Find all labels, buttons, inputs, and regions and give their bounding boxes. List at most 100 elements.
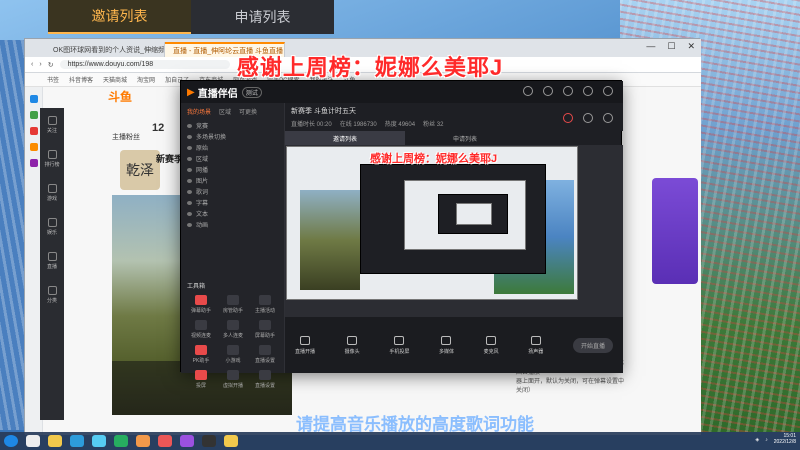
eye-icon[interactable]	[187, 123, 192, 128]
sidebar-item-follow[interactable]: 关注	[40, 108, 64, 142]
btn-mic[interactable]: 麦克风	[484, 335, 499, 355]
tab-apply-list[interactable]: 申请列表	[191, 0, 334, 34]
sidebar-item-category[interactable]: 分类	[40, 278, 64, 312]
volume-icon[interactable]: ♪	[765, 437, 768, 443]
taskbar	[0, 432, 800, 450]
tool-virtual[interactable]: 虚拟开播	[217, 370, 249, 389]
eye-icon[interactable]	[187, 145, 192, 150]
share-icon[interactable]	[603, 113, 613, 123]
scene-item[interactable]: 文本	[181, 208, 284, 219]
scene-item[interactable]: 字幕	[181, 197, 284, 208]
network-icon[interactable]: ◈	[755, 437, 759, 443]
douyu-icon[interactable]	[136, 435, 150, 447]
eye-icon[interactable]	[187, 167, 192, 172]
forward-icon[interactable]: ›	[39, 61, 41, 68]
scene-item[interactable]: 网播	[181, 164, 284, 175]
tab-my-scenes[interactable]: 我的场景	[187, 107, 211, 116]
sidebar-item-live[interactable]: 直播	[40, 244, 64, 278]
tool-activity[interactable]: 主播活动	[249, 295, 281, 314]
folder-icon[interactable]	[48, 435, 62, 447]
douyu-logo[interactable]: 斗鱼	[108, 88, 132, 105]
minimize-icon[interactable]	[583, 86, 593, 96]
maximize-button[interactable]: ☐	[667, 41, 675, 52]
btn-media[interactable]: 多媒体	[439, 335, 454, 355]
eye-icon[interactable]	[187, 189, 192, 194]
microphone-icon	[486, 335, 497, 345]
bell-icon[interactable]	[583, 113, 593, 123]
clock[interactable]: 15:01 2022/12/8	[774, 433, 796, 445]
tool-settings[interactable]: 直播设置	[249, 345, 281, 364]
rail-icon[interactable]	[29, 127, 38, 135]
btn-camera[interactable]: 摄像头	[345, 335, 360, 355]
scene-item[interactable]: 图片	[181, 175, 284, 186]
avatar[interactable]: 乾泽	[120, 150, 160, 190]
app-icon[interactable]	[70, 435, 84, 447]
tool-danmu[interactable]: 弹幕助手	[185, 295, 217, 314]
star-icon	[47, 218, 57, 227]
tab-swap[interactable]: 可更换	[239, 107, 257, 116]
eye-icon[interactable]	[187, 178, 192, 183]
tool-admin[interactable]: 房管助手	[217, 295, 249, 314]
scene-item[interactable]: 歌词	[181, 186, 284, 197]
refresh-icon[interactable]: ↻	[48, 61, 54, 69]
edge-icon[interactable]	[26, 435, 40, 447]
rail-icon[interactable]	[29, 143, 38, 151]
minimize-button[interactable]: —	[646, 41, 655, 52]
tab-region[interactable]: 区域	[219, 107, 231, 116]
eye-icon[interactable]	[187, 156, 192, 161]
promo-banner[interactable]	[652, 178, 698, 284]
tool-minigame[interactable]: 小游戏	[217, 345, 249, 364]
tab-apply[interactable]: 申请列表	[405, 131, 525, 145]
qq-icon[interactable]	[92, 435, 106, 447]
tool-screen[interactable]: 屏幕助手	[249, 320, 281, 339]
close-button[interactable]: ✕	[687, 41, 695, 52]
sidebar-item-rank[interactable]: 排行榜	[40, 142, 64, 176]
btn-speaker[interactable]: 扬声器	[528, 335, 543, 355]
rail-icon[interactable]	[29, 111, 38, 119]
eye-icon[interactable]	[187, 134, 192, 139]
message-icon[interactable]	[543, 86, 553, 96]
eye-icon[interactable]	[187, 200, 192, 205]
browser-icon[interactable]	[224, 435, 238, 447]
tab-invite-list[interactable]: 邀请列表	[48, 0, 191, 34]
scene-item[interactable]: 动画	[181, 219, 284, 230]
sidebar-item-game[interactable]: 游戏	[40, 176, 64, 210]
obs-icon[interactable]	[202, 435, 216, 447]
sidebar-item-ent[interactable]: 娱乐	[40, 210, 64, 244]
btn-screen-capture[interactable]: 直播开播	[295, 335, 315, 355]
link-icon	[195, 320, 207, 330]
scene-item[interactable]: 多场景切换	[181, 131, 284, 142]
url-input[interactable]: https://www.douyu.com/198	[59, 60, 230, 69]
record-icon[interactable]	[563, 113, 573, 123]
app-icon[interactable]	[180, 435, 194, 447]
settings-icon[interactable]	[563, 86, 573, 96]
user-icon[interactable]	[523, 86, 533, 96]
tool-multi-link[interactable]: 多人连麦	[217, 320, 249, 339]
start-icon[interactable]	[4, 435, 18, 447]
scene-item[interactable]: 原始	[181, 142, 284, 153]
tool-cast[interactable]: 投屏	[185, 370, 217, 389]
bookmark-item[interactable]: 抖音博客	[69, 75, 93, 84]
scene-item[interactable]: 竞赛	[181, 120, 284, 131]
browser-tab[interactable]: OK图环球网看到的个人资说_伸缩频	[45, 42, 165, 57]
back-icon[interactable]: ‹	[31, 61, 33, 68]
rail-icon[interactable]	[29, 159, 38, 167]
close-icon[interactable]	[603, 86, 613, 96]
btn-phone-cast[interactable]: 手机投屏	[389, 335, 409, 355]
stat-duration: 直播时长 00:20	[291, 122, 332, 128]
tool-pk[interactable]: PK助手	[185, 345, 217, 364]
scene-item[interactable]: 区域	[181, 153, 284, 164]
live-app-icon[interactable]	[158, 435, 172, 447]
start-stream-button[interactable]: 开始直播	[572, 337, 613, 353]
tool-settings-2[interactable]: 直播设置	[249, 370, 281, 389]
eye-icon[interactable]	[187, 211, 192, 216]
tab-invite[interactable]: 邀请列表	[285, 131, 405, 145]
rail-icon[interactable]	[29, 95, 38, 103]
bookmark-item[interactable]: 天猫商城	[103, 75, 127, 84]
eye-icon[interactable]	[187, 222, 192, 227]
user-icon	[227, 295, 239, 305]
tool-video-link[interactable]: 视频连麦	[185, 320, 217, 339]
bookmark-item[interactable]: 淘宝网	[137, 75, 155, 84]
bookmark-item[interactable]: 书签	[47, 75, 59, 84]
wechat-icon[interactable]	[114, 435, 128, 447]
